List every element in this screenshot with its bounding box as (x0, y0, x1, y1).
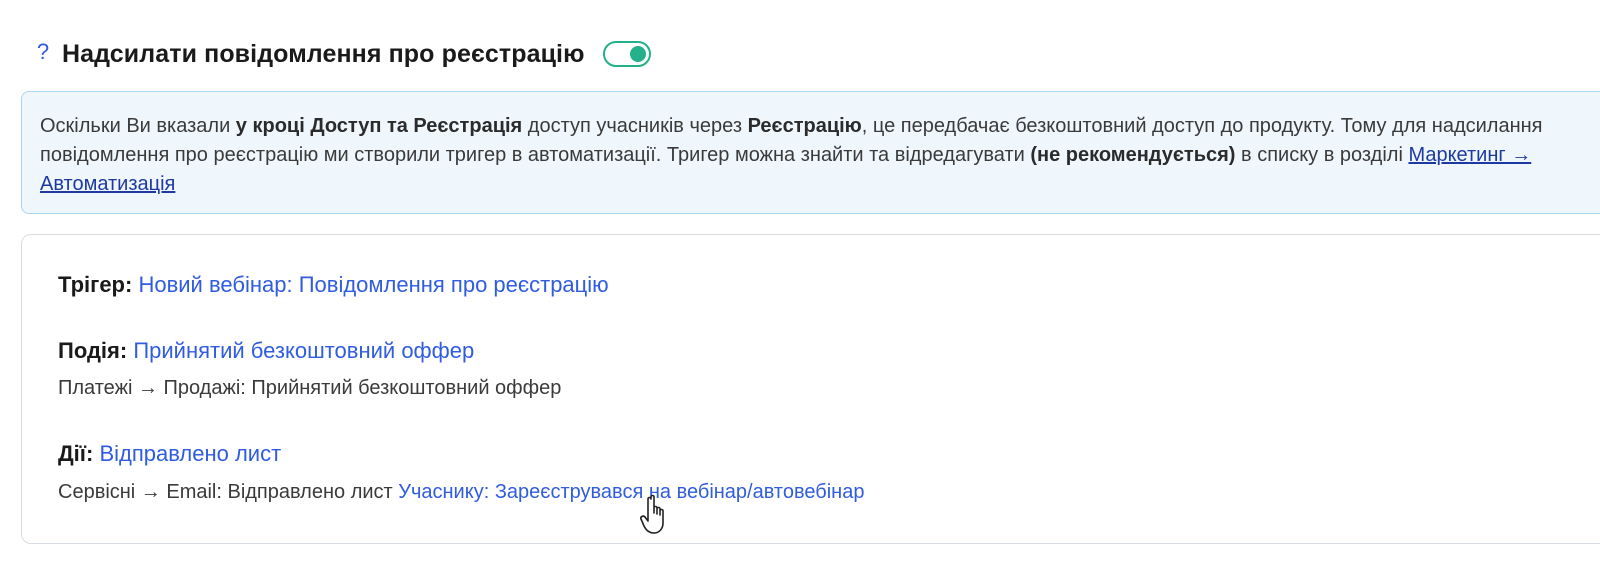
automation-card: Трігер: Новий вебінар: Повідомлення про … (21, 234, 1600, 544)
event-path: Платежі → Продажі: Прийнятий безкоштовни… (58, 377, 562, 399)
info-text-2: доступ учасників через (522, 115, 748, 137)
info-text-4: в списку в розділі (1235, 144, 1409, 166)
event-label: Подія: (58, 338, 128, 363)
event-link[interactable]: Прийнятий безкоштовний оффер (133, 338, 474, 363)
section-header: ? Надсилати повідомлення про реєстрацію (34, 34, 651, 74)
info-bold-registration: Реєстрацію (747, 115, 862, 137)
event-row: Подія: Прийнятий безкоштовний оффер (58, 338, 474, 364)
help-icon[interactable]: ? (34, 39, 52, 65)
info-bold-step: у кроці Доступ та Реєстрація (235, 115, 523, 137)
section-title: Надсилати повідомлення про реєстрацію (62, 39, 585, 68)
actions-label: Дії: (58, 441, 94, 466)
trigger-link[interactable]: Новий вебінар: Повідомлення про реєстрац… (138, 272, 608, 297)
hand-pointer-icon (640, 494, 664, 534)
actions-path-text: Сервісні → Email: Відправлено лист (58, 481, 399, 503)
actions-link[interactable]: Відправлено лист (99, 441, 281, 466)
trigger-row: Трігер: Новий вебінар: Повідомлення про … (58, 272, 609, 298)
actions-path: Сервісні → Email: Відправлено лист Учасн… (58, 481, 864, 504)
info-text-1: Оскільки Ви вказали (40, 115, 236, 137)
trigger-label: Трігер: (58, 272, 133, 297)
actions-row: Дії: Відправлено лист (58, 441, 281, 467)
email-template-link[interactable]: Учаснику: Зареєструвався на вебінар/авто… (398, 481, 864, 503)
registration-notification-toggle[interactable] (602, 41, 651, 67)
info-notice: Оскільки Ви вказали у кроці Доступ та Ре… (21, 91, 1600, 214)
info-bold-not-recommended: (не рекомендується) (1030, 144, 1236, 166)
toggle-knob (629, 45, 646, 62)
